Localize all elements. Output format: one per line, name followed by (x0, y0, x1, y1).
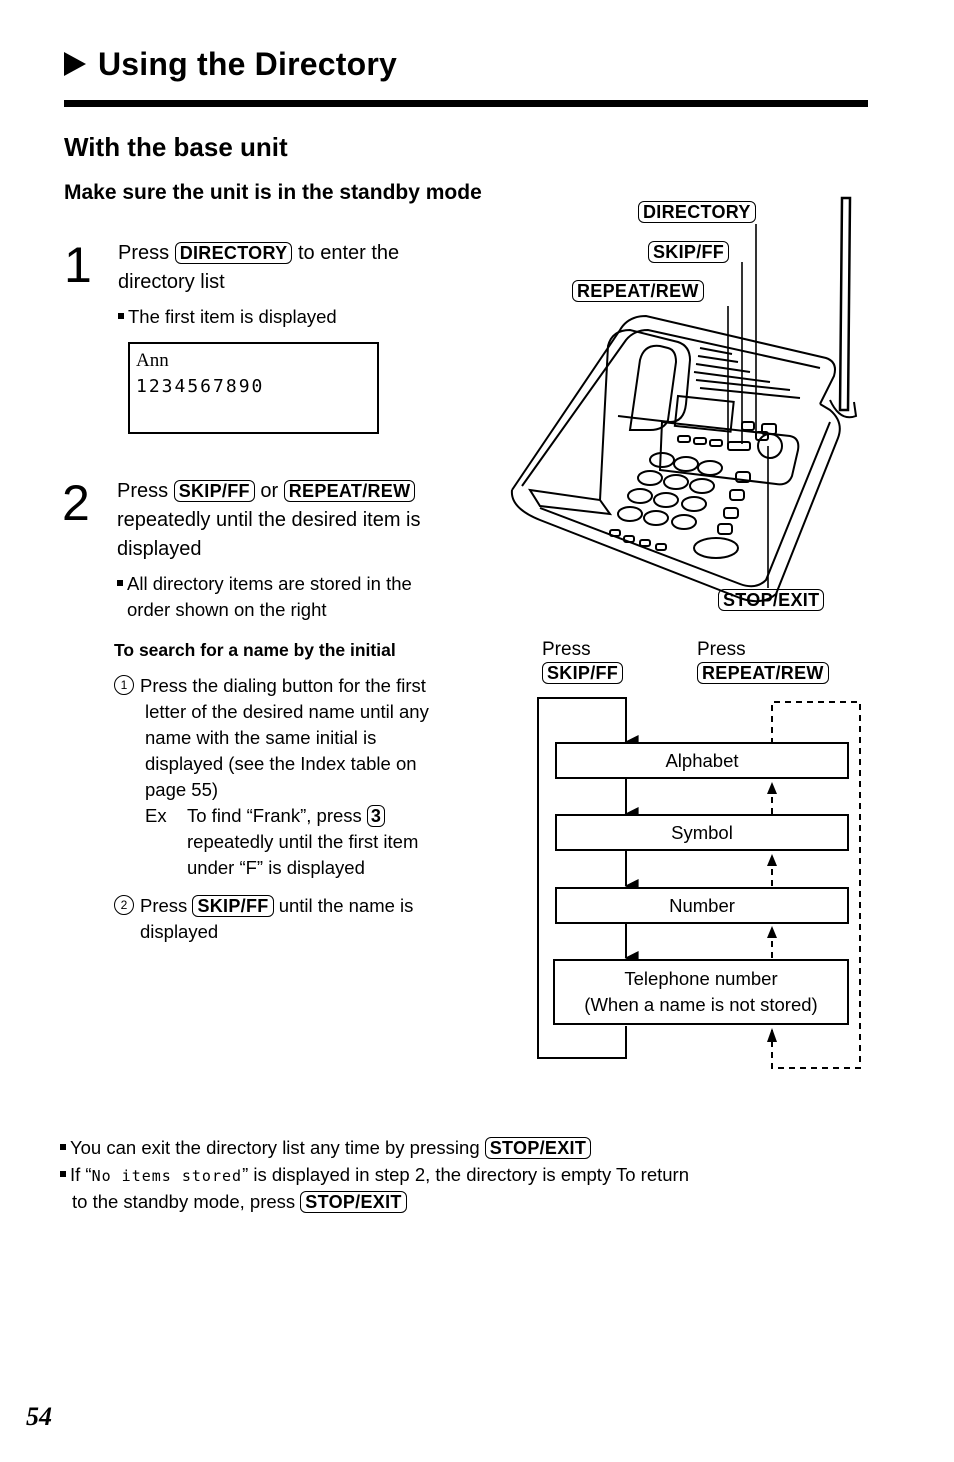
step-2-number: 2 (62, 475, 90, 531)
search-item-1-line: name with the same initial is (145, 727, 377, 748)
arrow-up-icon (767, 782, 777, 794)
search-item-1: 1 Press the dialing button for the first … (114, 673, 504, 881)
flow-box-sublabel: (When a name is not stored) (584, 994, 818, 1015)
circled-2-icon: 2 (114, 895, 134, 916)
flow-left-header: Press SKIP/FF (542, 638, 624, 686)
phone-base-icon (510, 314, 841, 603)
flow-box-label: Number (669, 894, 735, 916)
note-exit: You can exit the directory list any time… (60, 1135, 860, 1161)
no-items-message: No items stored (91, 1167, 243, 1185)
key-3: 3 (366, 805, 386, 827)
search-item-1-line: letter of the desired name until any (145, 701, 429, 722)
flow-right-header: Press REPEAT/REW (697, 638, 829, 686)
flow-repeat-rew-key: REPEAT/REW (697, 662, 829, 684)
search-item-1-line: displayed (see the Index table on (145, 753, 417, 774)
search-item-2-line2: displayed (140, 921, 219, 942)
arrow-up-icon (767, 926, 777, 938)
step-2-note-line2: order shown on the right (127, 599, 327, 620)
bullet-icon (60, 1171, 66, 1178)
step-1-number: 1 (64, 237, 92, 293)
flow-box-telephone-number: Telephone number (When a name is not sto… (553, 959, 849, 1025)
example-line: under “F” is displayed (187, 857, 365, 878)
search-heading: To search for a name by the initial (114, 640, 396, 660)
page-title: Using the Directory (64, 46, 397, 83)
flow-right-press: Press (697, 639, 746, 660)
flow-skip-ff-key: SKIP/FF (542, 662, 624, 684)
skip-ff-key: SKIP/FF (192, 895, 274, 917)
step-1-note: The first item is displayed (118, 304, 337, 330)
note-exit-text: You can exit the directory list any time… (70, 1137, 480, 1158)
example-line: repeatedly until the first item (187, 831, 419, 852)
step-1-note-text: The first item is displayed (128, 306, 337, 327)
step-2-line2: repeatedly until the desired item is (117, 509, 421, 531)
lcd-name: Ann (136, 350, 169, 371)
step-1-after: to enter the (297, 242, 400, 264)
bullet-icon (118, 313, 124, 320)
example-text: To find “Frank”, press (187, 805, 362, 826)
stop-exit-key: STOP/EXIT (484, 1137, 592, 1159)
lcd-display: Ann 1234567890 (128, 342, 379, 434)
note-empty-after: ” is displayed in step 2, the directory … (242, 1164, 690, 1185)
directory-key: DIRECTORY (174, 242, 293, 264)
search-item-1-line: Press the dialing button for the first (140, 675, 426, 696)
phone-illustration (510, 196, 858, 603)
section-arrow-icon (64, 51, 86, 76)
step-2-note-line1: All directory items are stored in the (127, 573, 412, 594)
title-divider (64, 100, 868, 107)
flow-box-alphabet: Alphabet (555, 742, 849, 779)
arrow-up-icon (767, 1028, 777, 1042)
section-heading: With the base unit (64, 132, 288, 162)
arrow-up-icon (767, 854, 777, 866)
step-1-line2: directory list (118, 271, 225, 293)
note-empty-before: If “ (70, 1164, 92, 1185)
circled-1-icon: 1 (114, 675, 134, 696)
page-title-text: Using the Directory (98, 46, 397, 82)
flow-left-press: Press (542, 639, 591, 660)
flow-box-label: Symbol (671, 821, 733, 843)
lcd-number: 1234567890 (136, 376, 265, 397)
flow-box-label: Telephone number (624, 968, 778, 989)
stop-exit-key: STOP/EXIT (300, 1191, 407, 1213)
search-item-2: 2 Press SKIP/FF until the name is display… (114, 893, 504, 945)
step-2-press: Press (117, 480, 169, 502)
search-item-1-line: page 55) (145, 779, 219, 800)
repeat-rew-key: REPEAT/REW (283, 480, 416, 502)
step-1-press: Press (118, 242, 170, 264)
skip-ff-key: SKIP/FF (173, 480, 255, 502)
bullet-icon (117, 580, 123, 587)
step-2-text: Press SKIP/FF or REPEAT/REW repeatedly u… (117, 477, 507, 564)
search-item-2-press: Press (140, 895, 188, 916)
note-empty: If “No items stored” is displayed in ste… (60, 1162, 860, 1215)
bullet-icon (60, 1144, 66, 1151)
page-number: 54 (26, 1402, 52, 1431)
step-2-line3: displayed (117, 538, 202, 560)
step-2-note: All directory items are stored in the or… (117, 571, 412, 623)
search-item-2-after: until the name is (278, 895, 414, 916)
note-empty-line2: to the standby mode, press (72, 1191, 296, 1212)
antenna-icon (829, 196, 858, 419)
flow-box-label: Alphabet (665, 749, 739, 771)
step-1-text: Press DIRECTORY to enter the directory l… (118, 239, 498, 297)
flow-box-number: Number (555, 887, 849, 924)
example: Ex To find “Frank”, press 3 (145, 803, 504, 829)
example-label: Ex (145, 805, 167, 826)
flow-box-symbol: Symbol (555, 814, 849, 851)
step-2-or: or (260, 480, 279, 502)
prerequisite-heading: Make sure the unit is in the standby mod… (64, 181, 482, 204)
